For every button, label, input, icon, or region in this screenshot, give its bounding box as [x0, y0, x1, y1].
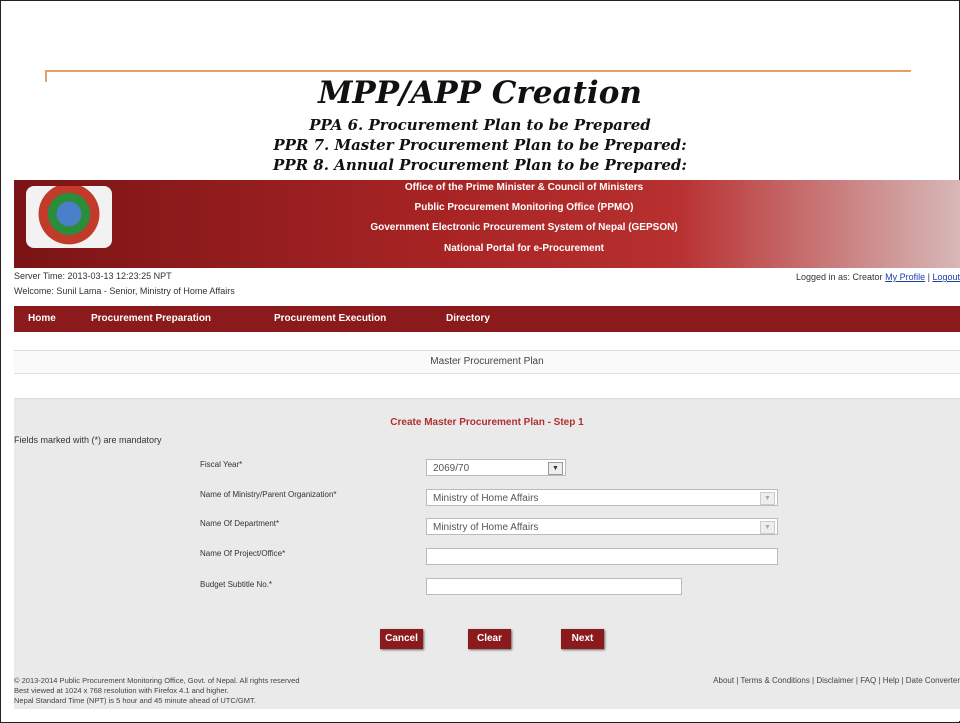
- fiscal-year-select[interactable]: 2069/70 ▼: [426, 459, 566, 476]
- chevron-down-icon[interactable]: ▼: [760, 492, 775, 505]
- banner-line-2: Public Procurement Monitoring Office (PP…: [414, 202, 634, 213]
- project-office-input[interactable]: [426, 548, 778, 565]
- logout-link[interactable]: Logout: [932, 272, 960, 282]
- welcome-text: Welcome: Sunil Lama - Senior, Ministry o…: [14, 286, 235, 296]
- nav-directory[interactable]: Directory: [446, 313, 490, 324]
- slide-subtitle-3: PPR 8. Annual Procurement Plan to be Pre…: [273, 156, 687, 174]
- user-bar: Logged in as: Creator My Profile | Logou…: [796, 272, 960, 282]
- footer-link-about[interactable]: About: [713, 676, 734, 685]
- nav-procurement-execution[interactable]: Procurement Execution: [274, 313, 386, 324]
- department-label: Name Of Department*: [200, 519, 280, 528]
- chevron-down-icon[interactable]: ▼: [548, 462, 563, 475]
- fiscal-year-label: Fiscal Year*: [200, 460, 243, 469]
- decorative-line: [45, 70, 911, 72]
- banner-line-1: Office of the Prime Minister & Council o…: [404, 182, 644, 193]
- portal-screenshot: Office of the Prime Minister & Council o…: [14, 180, 960, 721]
- footer-info: © 2013-2014 Public Procurement Monitorin…: [14, 676, 300, 706]
- mandatory-note: Fields marked with (*) are mandatory: [14, 435, 162, 445]
- banner-line-3: Government Electronic Procurement System…: [370, 222, 678, 233]
- footer-link-disclaimer[interactable]: Disclaimer: [816, 676, 853, 685]
- step-title: Create Master Procurement Plan - Step 1: [390, 417, 584, 428]
- portal-banner: Office of the Prime Minister & Council o…: [14, 180, 960, 268]
- footer-link-help[interactable]: Help: [883, 676, 899, 685]
- footer-copyright: © 2013-2014 Public Procurement Monitorin…: [14, 676, 300, 685]
- footer-best-viewed: Best viewed at 1024 x 768 resolution wit…: [14, 686, 229, 695]
- slide-subtitle-1: PPA 6. Procurement Plan to be Prepared: [309, 116, 651, 134]
- footer-timezone: Nepal Standard Time (NPT) is 5 hour and …: [14, 696, 256, 705]
- cancel-button[interactable]: Cancel: [380, 629, 423, 649]
- footer-link-terms[interactable]: Terms & Conditions: [740, 676, 809, 685]
- footer-links: About | Terms & Conditions | Disclaimer …: [713, 676, 960, 685]
- footer-link-faq[interactable]: FAQ: [860, 676, 876, 685]
- nav-home[interactable]: Home: [28, 313, 56, 324]
- clear-button[interactable]: Clear: [468, 629, 511, 649]
- panel-title: Master Procurement Plan: [14, 350, 960, 374]
- banner-line-4: National Portal for e-Procurement: [443, 243, 605, 254]
- department-select[interactable]: Ministry of Home Affairs ▼: [426, 518, 778, 535]
- nav-procurement-preparation[interactable]: Procurement Preparation: [91, 313, 211, 324]
- department-value: Ministry of Home Affairs: [433, 522, 539, 533]
- fiscal-year-value: 2069/70: [433, 463, 470, 474]
- slide-subtitle-2: PPR 7. Master Procurement Plan to be Pre…: [273, 136, 687, 154]
- project-office-label: Name Of Project/Office*: [200, 549, 286, 558]
- footer-link-date-converter[interactable]: Date Converter: [906, 676, 960, 685]
- next-button[interactable]: Next: [561, 629, 604, 649]
- ministry-label: Name of Ministry/Parent Organization*: [200, 490, 337, 499]
- budget-subtitle-input[interactable]: [426, 578, 682, 595]
- logged-in-label: Logged in as: Creator: [796, 272, 883, 282]
- server-time: Server Time: 2013-03-13 12:23:25 NPT: [14, 271, 172, 281]
- main-nav: Home Procurement Preparation Procurement…: [14, 306, 960, 332]
- user-bar-separator: |: [927, 272, 930, 282]
- my-profile-link[interactable]: My Profile: [885, 272, 925, 282]
- budget-subtitle-label: Budget Subtitle No.*: [200, 580, 273, 589]
- ministry-select[interactable]: Ministry of Home Affairs ▼: [426, 489, 778, 506]
- slide-title: MPP/APP Creation: [318, 75, 642, 111]
- ministry-value: Ministry of Home Affairs: [433, 493, 539, 504]
- nepal-emblem-icon: [26, 186, 112, 248]
- chevron-down-icon[interactable]: ▼: [760, 521, 775, 534]
